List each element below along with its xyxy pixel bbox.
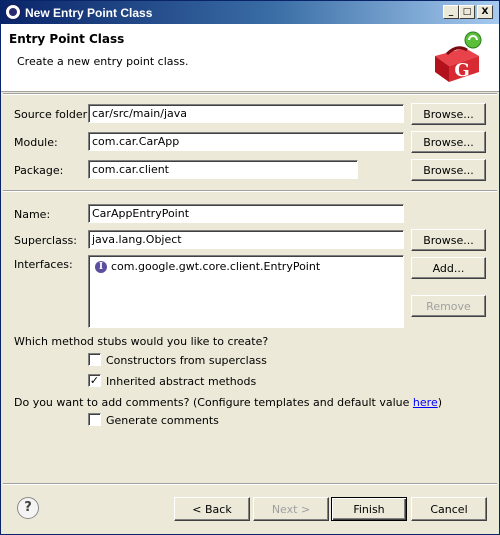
source-folder-field[interactable]: car/src/main/java [88, 104, 404, 123]
minimize-button[interactable]: _ [443, 5, 459, 19]
configure-templates-link[interactable]: here [413, 396, 438, 409]
title-bar[interactable]: New Entry Point Class _ □ X [1, 1, 499, 24]
module-label: Module: [14, 136, 58, 149]
back-button[interactable]: < Back [174, 497, 250, 521]
package-label: Package: [14, 164, 64, 177]
separator [3, 93, 497, 95]
superclass-field[interactable]: java.lang.Object [88, 230, 404, 249]
close-button[interactable]: X [477, 5, 493, 19]
footer-separator [3, 483, 497, 485]
eclipse-icon [5, 4, 21, 20]
finish-button[interactable]: Finish [331, 497, 407, 521]
wizard-header: Entry Point Class Create a new entry poi… [1, 24, 499, 92]
comments-question-suffix: ) [437, 396, 443, 409]
form-separator [3, 190, 497, 192]
list-item[interactable]: Icom.google.gwt.core.client.EntryPoint [95, 260, 320, 276]
remove-interface-button[interactable]: Remove [411, 295, 486, 317]
package-browse-button[interactable]: Browse... [411, 159, 486, 181]
maximize-button[interactable]: □ [459, 5, 475, 19]
generate-comments-label[interactable]: Generate comments [106, 414, 219, 427]
comments-question-text: Do you want to add comments? (Configure … [14, 396, 413, 409]
source-folder-label: Source folder: [14, 108, 91, 121]
gwt-toolbox-icon: G [435, 31, 482, 82]
package-field[interactable]: com.car.client [88, 160, 358, 179]
page-title: Entry Point Class [9, 32, 125, 46]
name-label: Name: [14, 208, 51, 221]
cancel-button[interactable]: Cancel [411, 497, 487, 521]
interface-name: com.google.gwt.core.client.EntryPoint [111, 260, 321, 273]
interfaces-list[interactable]: Icom.google.gwt.core.client.EntryPoint [88, 255, 404, 328]
name-field[interactable]: CarAppEntryPoint [88, 204, 404, 223]
inherited-checkbox[interactable]: ✓ [88, 374, 101, 387]
constructors-checkbox[interactable] [88, 353, 101, 366]
next-button[interactable]: Next > [253, 497, 329, 521]
interface-icon: I [95, 261, 107, 273]
comments-question: Do you want to add comments? (Configure … [14, 396, 442, 409]
logo-letter: G [454, 60, 469, 81]
interfaces-label: Interfaces: [14, 258, 73, 271]
window-title: New Entry Point Class [25, 6, 153, 20]
page-description: Create a new entry point class. [17, 55, 189, 68]
superclass-browse-button[interactable]: Browse... [411, 229, 486, 251]
inherited-label[interactable]: Inherited abstract methods [106, 375, 256, 388]
add-interface-button[interactable]: Add... [411, 257, 486, 279]
constructors-label[interactable]: Constructors from superclass [106, 354, 267, 367]
superclass-label: Superclass: [14, 234, 77, 247]
module-field[interactable]: com.car.CarApp [88, 132, 404, 151]
help-icon[interactable]: ? [17, 497, 39, 519]
generate-comments-checkbox[interactable] [88, 413, 101, 426]
source-folder-browse-button[interactable]: Browse... [411, 103, 486, 125]
wizard-dialog: New Entry Point Class _ □ X Entry Point … [0, 0, 500, 535]
stubs-question: Which method stubs would you like to cre… [14, 335, 269, 348]
module-browse-button[interactable]: Browse... [411, 131, 486, 153]
